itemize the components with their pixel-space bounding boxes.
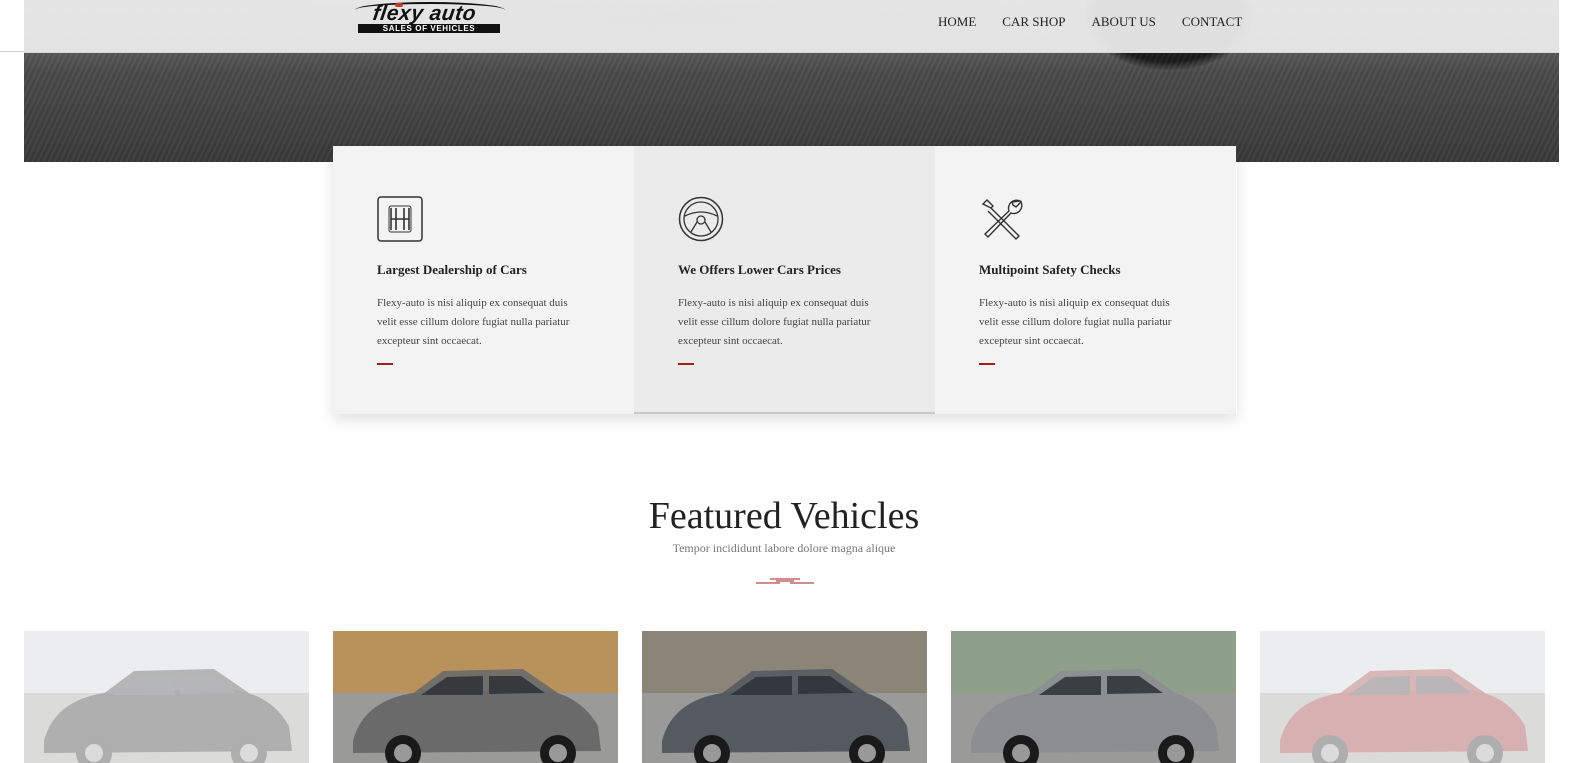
title-divider-icon	[756, 578, 814, 584]
header-bar	[24, 0, 1559, 53]
brand-logo[interactable]: flexy auto SALES OF VEHICLES	[355, 0, 513, 36]
vehicle-card[interactable]	[951, 631, 1236, 763]
gear-shift-icon	[377, 196, 423, 242]
accent-dash	[979, 363, 995, 365]
vehicle-card[interactable]	[333, 631, 618, 763]
section-subtitle: Tempor incididunt labore dolore magna al…	[672, 541, 896, 555]
feature-text: Flexy-auto is nisi aliquip ex consequat …	[678, 297, 871, 347]
vehicle-card[interactable]	[24, 631, 309, 763]
nav-home[interactable]: HOME	[938, 14, 976, 30]
logo-name: flexy auto	[371, 2, 478, 25]
wrench-screwdriver-icon	[981, 199, 1023, 240]
nav-about-us[interactable]: ABOUT US	[1092, 14, 1156, 30]
vehicle-card[interactable]	[642, 631, 927, 763]
accent-dash	[678, 363, 694, 365]
vehicle-photo	[951, 631, 1236, 763]
logo-tagline: SALES OF VEHICLES	[358, 24, 500, 33]
feature-title: We Offers Lower Cars Prices	[678, 262, 841, 277]
feature-card[interactable]: Largest Dealership of Cars Flexy-auto is…	[333, 146, 634, 414]
section-title: Featured Vehicles	[648, 495, 920, 537]
vehicle-photo	[1260, 631, 1545, 763]
vehicle-photo	[24, 631, 309, 763]
vehicle-photo	[642, 631, 927, 763]
feature-text: Flexy-auto is nisi aliquip ex consequat …	[979, 297, 1172, 347]
nav-car-shop[interactable]: CAR SHOP	[1002, 14, 1065, 30]
divider	[0, 51, 24, 52]
feature-title: Largest Dealership of Cars	[377, 262, 527, 277]
vehicle-photo	[333, 631, 618, 763]
accent-dash	[377, 363, 393, 365]
main-nav: HOME CAR SHOP ABOUT US CONTACT	[938, 14, 1268, 30]
steering-wheel-icon	[678, 196, 724, 242]
feature-card[interactable]: Multipoint Safety Checks Flexy-auto is n…	[935, 146, 1236, 414]
nav-contact[interactable]: CONTACT	[1182, 14, 1242, 30]
feature-card[interactable]: We Offers Lower Cars Prices Flexy-auto i…	[634, 146, 935, 414]
features-panel: Largest Dealership of Cars Flexy-auto is…	[333, 146, 1237, 414]
feature-text: Flexy-auto is nisi aliquip ex consequat …	[377, 297, 570, 347]
vehicle-card[interactable]	[1260, 631, 1545, 763]
feature-title: Multipoint Safety Checks	[979, 262, 1121, 277]
